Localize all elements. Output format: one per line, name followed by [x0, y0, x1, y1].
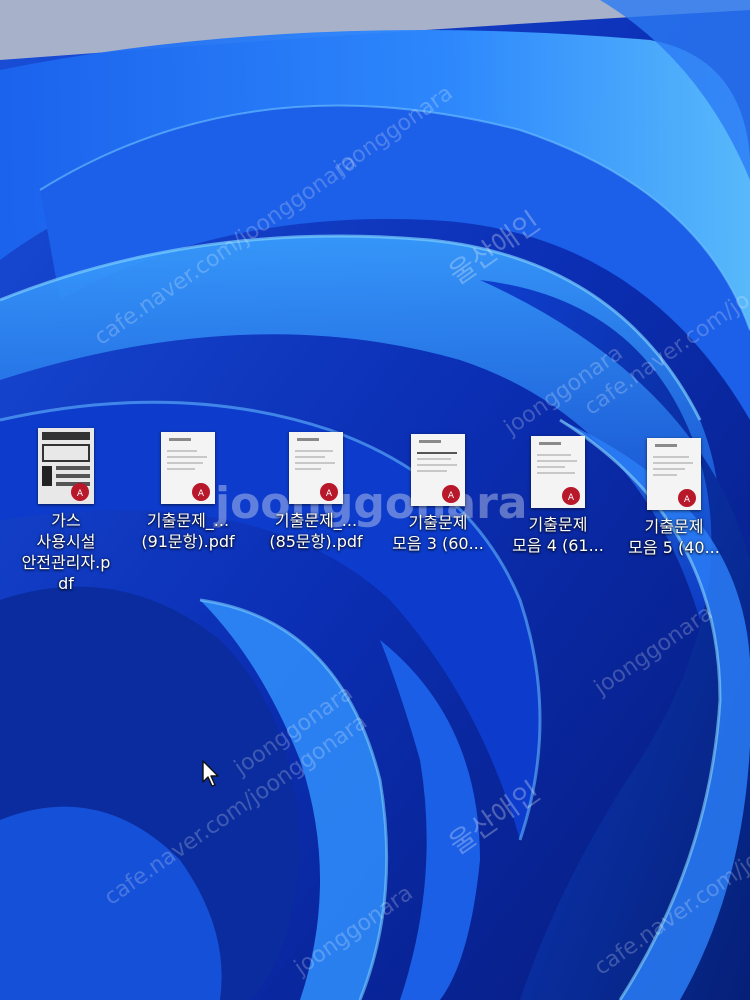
svg-text:A: A — [684, 495, 691, 505]
desktop-icon-file-5[interactable]: A 기출문제 모음 4 (61... — [498, 436, 618, 556]
pdf-file-icon: A — [647, 438, 701, 510]
file-name-label: 기출문제_... (91문항).pdf — [141, 511, 235, 551]
file-name-label: 기출문제 모음 5 (40... — [628, 517, 720, 557]
svg-text:A: A — [198, 489, 205, 499]
pdf-file-icon: A — [289, 432, 343, 504]
file-name-label: 기출문제_... (85문항).pdf — [269, 511, 363, 551]
file-name-label: 가스 사용시설 안전관리자.p df — [21, 511, 111, 593]
svg-text:A: A — [326, 489, 333, 499]
svg-text:A: A — [568, 493, 575, 503]
pdf-file-icon: A — [411, 434, 465, 506]
pdf-file-icon: A — [161, 432, 215, 504]
desktop-icon-file-1[interactable]: A 가스 사용시설 안전관리자.p df — [6, 428, 126, 594]
pdf-file-icon: A — [38, 428, 94, 504]
desktop-icon-file-4[interactable]: A 기출문제 모음 3 (60... — [378, 434, 498, 554]
pdf-file-icon: A — [531, 436, 585, 508]
file-name-label: 기출문제 모음 3 (60... — [392, 513, 484, 553]
mouse-pointer-icon — [202, 760, 219, 787]
svg-text:A: A — [448, 491, 455, 501]
windows-desktop[interactable]: cafe.naver.com/joonggonara 울산애인 joonggon… — [0, 0, 750, 1000]
desktop-icon-file-2[interactable]: A 기출문제_... (91문항).pdf — [128, 432, 248, 552]
file-name-label: 기출문제 모음 4 (61... — [512, 515, 604, 555]
desktop-icon-file-6[interactable]: A 기출문제 모음 5 (40... — [614, 438, 734, 558]
desktop-icon-file-3[interactable]: A 기출문제_... (85문항).pdf — [256, 432, 376, 552]
svg-text:A: A — [77, 489, 84, 499]
